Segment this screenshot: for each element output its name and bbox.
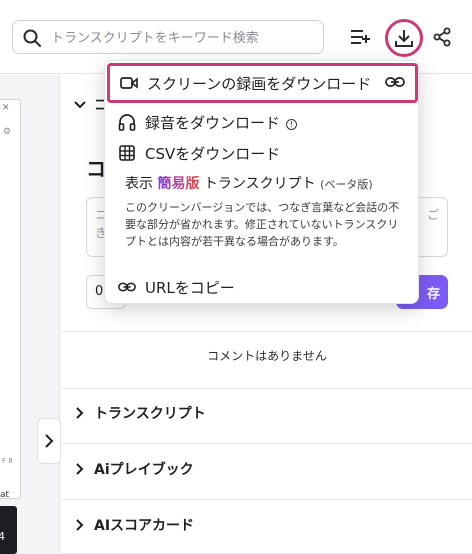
accordion-ai-playbook[interactable]: Aiプレイブック [76,459,194,479]
accordion-ai-scorecard[interactable]: AIスコアカード [76,515,194,535]
share-icon [433,27,451,47]
beta-badge: (ベータ版) [320,178,373,191]
search-box[interactable] [12,20,324,54]
headphones-icon [118,113,136,131]
preview-tiny-text: F 8 [2,457,13,465]
chevron-right-icon [76,463,84,475]
menu-item-label: CSVをダウンロード [145,144,281,163]
no-comments-text: コメントはありません [207,349,327,363]
menu-item-download-csv[interactable]: CSVをダウンロード [105,137,420,169]
add-to-playlist-button[interactable] [344,21,376,53]
gear-icon: ⚙ [3,127,12,137]
concise-transcript-description: このクリーンバージョンでは、つなぎ言葉など会話の不要な部分が省かれます。修正され… [125,201,400,248]
chevron-right-icon [45,434,54,448]
chevron-right-icon [76,407,84,419]
menu-item-download-audio[interactable]: 録音をダウンロード! [105,106,420,138]
share-button[interactable] [426,21,458,53]
download-button[interactable] [385,19,423,57]
preview-window: ✕ ⚙ F 8 [0,99,21,499]
search-icon [23,29,41,47]
accordion-transcript[interactable]: トランスクリプト [76,403,206,423]
divider [62,331,472,332]
comment-placeholder-end: ご [426,208,439,222]
video-thumbnail[interactable]: 4 [0,506,17,554]
expand-pane-button[interactable] [37,418,61,464]
divider [62,388,472,389]
chevron-down-icon [74,101,86,109]
close-icon[interactable]: ✕ [2,103,10,113]
video-camera-icon [120,74,138,92]
preview-caption: at [0,490,10,500]
accordion-label: AIスコアカード [94,518,195,534]
link-icon[interactable] [385,75,405,89]
divider [62,443,472,444]
link-icon [118,278,136,296]
thumbnail-text: 4 [0,530,5,543]
comments-title: コ [86,157,106,181]
menu-item-label: スクリーンの録画をダウンロード [147,74,372,93]
menu-item-label: URLをコピー [145,278,235,297]
info-icon: ! [286,118,298,130]
comments-section-header[interactable]: コ [74,95,108,115]
download-menu: スクリーンの録画をダウンロード 録音をダウンロード! CSVをダウンロード 表示… [104,60,419,304]
menu-item-download-screen-recording[interactable]: スクリーンの録画をダウンロード [107,63,418,103]
chevron-right-icon [76,519,84,531]
menu-item-label: 録音をダウンロード! [145,112,298,133]
table-icon [118,144,136,162]
menu-item-copy-url[interactable]: URLをコピー [105,271,420,303]
menu-item-concise-transcript[interactable]: 表示 簡易版 トランスクリプト (ベータ版) このクリーンバージョンでは、つなぎ… [125,173,405,250]
accordion-label: トランスクリプト [94,406,206,422]
concise-brand: 簡易版 [157,176,200,192]
playlist-add-icon [351,30,370,44]
divider [62,499,472,500]
accordion-label: Aiプレイブック [94,462,194,478]
search-input[interactable] [51,27,319,49]
concise-transcript-header: 表示 簡易版 トランスクリプト (ベータ版) [125,176,373,192]
download-icon [395,30,413,47]
